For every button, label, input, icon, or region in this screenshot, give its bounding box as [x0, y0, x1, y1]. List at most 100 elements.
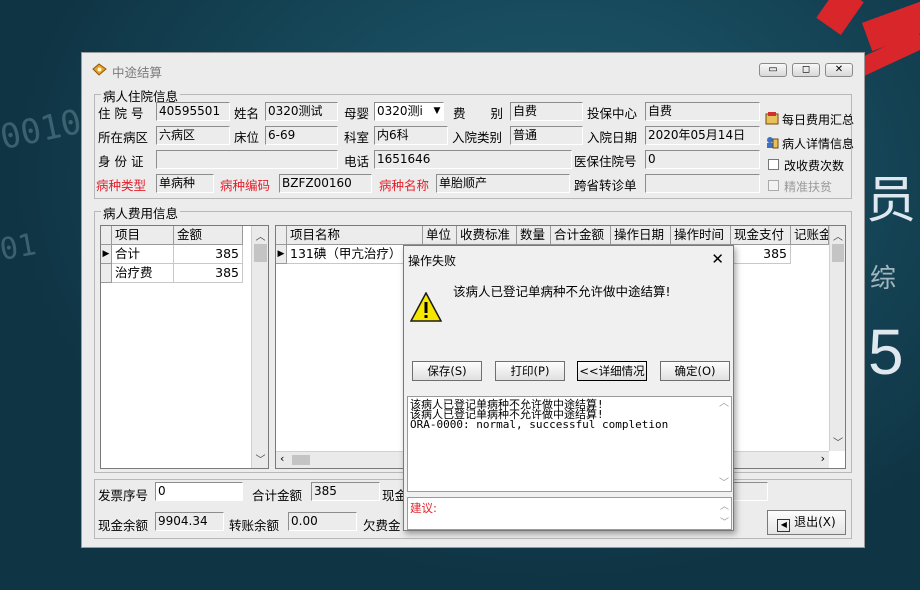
advice-textarea[interactable]: 建议: ︿ ﹀: [407, 497, 732, 530]
scroll-right-icon[interactable]: ›: [821, 452, 825, 465]
precise-poverty-label: 精准扶贫: [784, 180, 833, 194]
close-icon[interactable]: ✕: [711, 250, 724, 268]
phone-label: 电话: [344, 154, 370, 169]
column-header[interactable]: 单位: [423, 226, 457, 245]
row-pointer-icon: ▶: [276, 245, 287, 264]
scroll-down-icon[interactable]: ﹀: [830, 434, 845, 449]
admission-no-field[interactable]: 40595501: [156, 102, 230, 121]
column-header[interactable]: 项目: [112, 226, 174, 245]
column-header[interactable]: 收费标准: [457, 226, 517, 245]
phone-field[interactable]: 1651646: [374, 150, 572, 169]
admission-date-field[interactable]: 2020年05月14日: [645, 126, 760, 145]
fee-type-label: 费 别: [453, 106, 504, 121]
disease-name-field[interactable]: 单胎顺产: [436, 174, 570, 193]
group-title: 病人费用信息: [101, 203, 181, 222]
table-cell[interactable]: 合计: [112, 245, 174, 264]
mother-baby-label: 母婴: [344, 106, 370, 121]
exit-button[interactable]: ◀ 退出(X): [767, 510, 846, 535]
ward-field[interactable]: 六病区: [156, 126, 230, 145]
daily-summary-icon[interactable]: [765, 111, 779, 125]
bed-field[interactable]: 6-69: [265, 126, 338, 145]
title-bar[interactable]: 中途结算 ▭ ◻ ✕: [82, 53, 864, 87]
column-header[interactable]: 合计金额: [551, 226, 611, 245]
precise-poverty-checkbox[interactable]: [768, 180, 779, 191]
warning-icon: [410, 292, 442, 322]
admission-no-label: 住 院 号: [98, 106, 144, 121]
vertical-scrollbar[interactable]: ︿ ﹀: [251, 226, 268, 468]
bed-label: 床位: [234, 130, 260, 145]
transfer-balance-label: 转账余额: [229, 518, 280, 533]
disease-type-field[interactable]: 单病种: [156, 174, 214, 193]
patient-detail-icon[interactable]: [765, 135, 779, 149]
scroll-thumb[interactable]: [254, 244, 267, 262]
column-header[interactable]: 项目名称: [287, 226, 423, 245]
column-header[interactable]: 现金支付: [731, 226, 791, 245]
admission-date-label: 入院日期: [587, 130, 638, 145]
fee-summary-grid[interactable]: 项目 金额 ▶ 合计 385 治疗费 385 ︿ ﹀: [100, 225, 269, 469]
dialog-title: 操作失败: [408, 254, 457, 268]
transfer-balance-field[interactable]: 0.00: [288, 512, 357, 531]
column-header[interactable]: 数量: [517, 226, 551, 245]
column-header[interactable]: 金额: [174, 226, 243, 245]
invoice-no-label: 发票序号: [98, 488, 149, 503]
table-cell[interactable]: 385: [731, 245, 791, 264]
change-count-checkbox[interactable]: [768, 159, 779, 170]
table-cell[interactable]: 385: [174, 245, 243, 264]
maximize-button[interactable]: ◻: [792, 63, 820, 77]
mother-baby-combo[interactable]: 0320测i ▼: [374, 102, 444, 121]
row-pointer-icon: ▶: [101, 245, 112, 264]
column-header[interactable]: 操作时间: [671, 226, 731, 245]
invoice-no-field[interactable]: 0: [155, 482, 243, 501]
minimize-button[interactable]: ▭: [759, 63, 787, 77]
print-button[interactable]: 打印(P): [495, 361, 565, 381]
scroll-up-icon[interactable]: ︿: [720, 499, 729, 512]
scroll-up-icon[interactable]: ︿: [252, 228, 268, 243]
total-field[interactable]: 385: [311, 482, 380, 501]
scroll-up-icon[interactable]: ︿: [719, 399, 729, 409]
save-button[interactable]: 保存(S): [412, 361, 482, 381]
disease-code-label: 病种编码: [220, 178, 271, 193]
detail-textarea[interactable]: 该病人已登记单病种不允许做中途结算! 该病人已登记单病种不允许做中途结算! OR…: [407, 396, 732, 492]
bg-binary-decoration: 01: [0, 227, 39, 268]
bg-decoration: 员: [866, 172, 916, 228]
cross-province-field[interactable]: [645, 174, 760, 193]
vertical-scrollbar[interactable]: ︿ ﹀: [829, 226, 845, 451]
table-cell[interactable]: 治疗费: [112, 264, 174, 283]
column-header[interactable]: 操作日期: [611, 226, 671, 245]
insurance-center-label: 投保中心: [587, 106, 638, 121]
maximize-icon: ◻: [801, 64, 811, 75]
close-icon: ✕: [834, 64, 844, 75]
disease-code-field[interactable]: BZFZ00160: [279, 174, 372, 193]
hidden-field[interactable]: [732, 482, 768, 501]
dialog-message: 该病人已登记单病种不允许做中途结算!: [453, 284, 671, 299]
patient-detail-link[interactable]: 病人详情信息: [782, 135, 854, 152]
chevron-down-icon[interactable]: ▼: [431, 103, 443, 120]
daily-summary-link[interactable]: 每日费用汇总: [782, 111, 854, 128]
ward-label: 所在病区: [98, 130, 149, 145]
cash-balance-field[interactable]: 9904.34: [155, 512, 224, 531]
scroll-up-icon[interactable]: ︿: [830, 228, 845, 243]
fee-type-field[interactable]: 自费: [510, 102, 583, 121]
scroll-thumb[interactable]: [292, 455, 310, 465]
column-header[interactable]: 记账金: [791, 226, 829, 245]
name-field[interactable]: 0320测试: [265, 102, 338, 121]
id-card-field[interactable]: [156, 150, 338, 169]
row-indicator-header: [101, 226, 112, 245]
scroll-down-icon[interactable]: ﹀: [719, 479, 729, 489]
disease-type-label: 病种类型: [96, 178, 147, 193]
advice-label: 建议:: [410, 501, 437, 515]
scroll-thumb[interactable]: [832, 244, 844, 262]
window-title: 中途结算: [112, 65, 163, 80]
dept-field[interactable]: 内6科: [374, 126, 448, 145]
scroll-down-icon[interactable]: ﹀: [252, 451, 268, 466]
ok-button[interactable]: 确定(O): [660, 361, 730, 381]
admission-type-label: 入院类别: [452, 130, 503, 145]
insurance-center-field[interactable]: 自费: [645, 102, 760, 121]
admission-type-field[interactable]: 普通: [510, 126, 583, 145]
scroll-left-icon[interactable]: ‹: [280, 452, 284, 465]
scroll-down-icon[interactable]: ﹀: [720, 515, 729, 528]
close-button[interactable]: ✕: [825, 63, 853, 77]
details-button[interactable]: <<详细情况: [577, 361, 647, 381]
insurance-no-field[interactable]: 0: [645, 150, 760, 169]
table-cell[interactable]: 385: [174, 264, 243, 283]
